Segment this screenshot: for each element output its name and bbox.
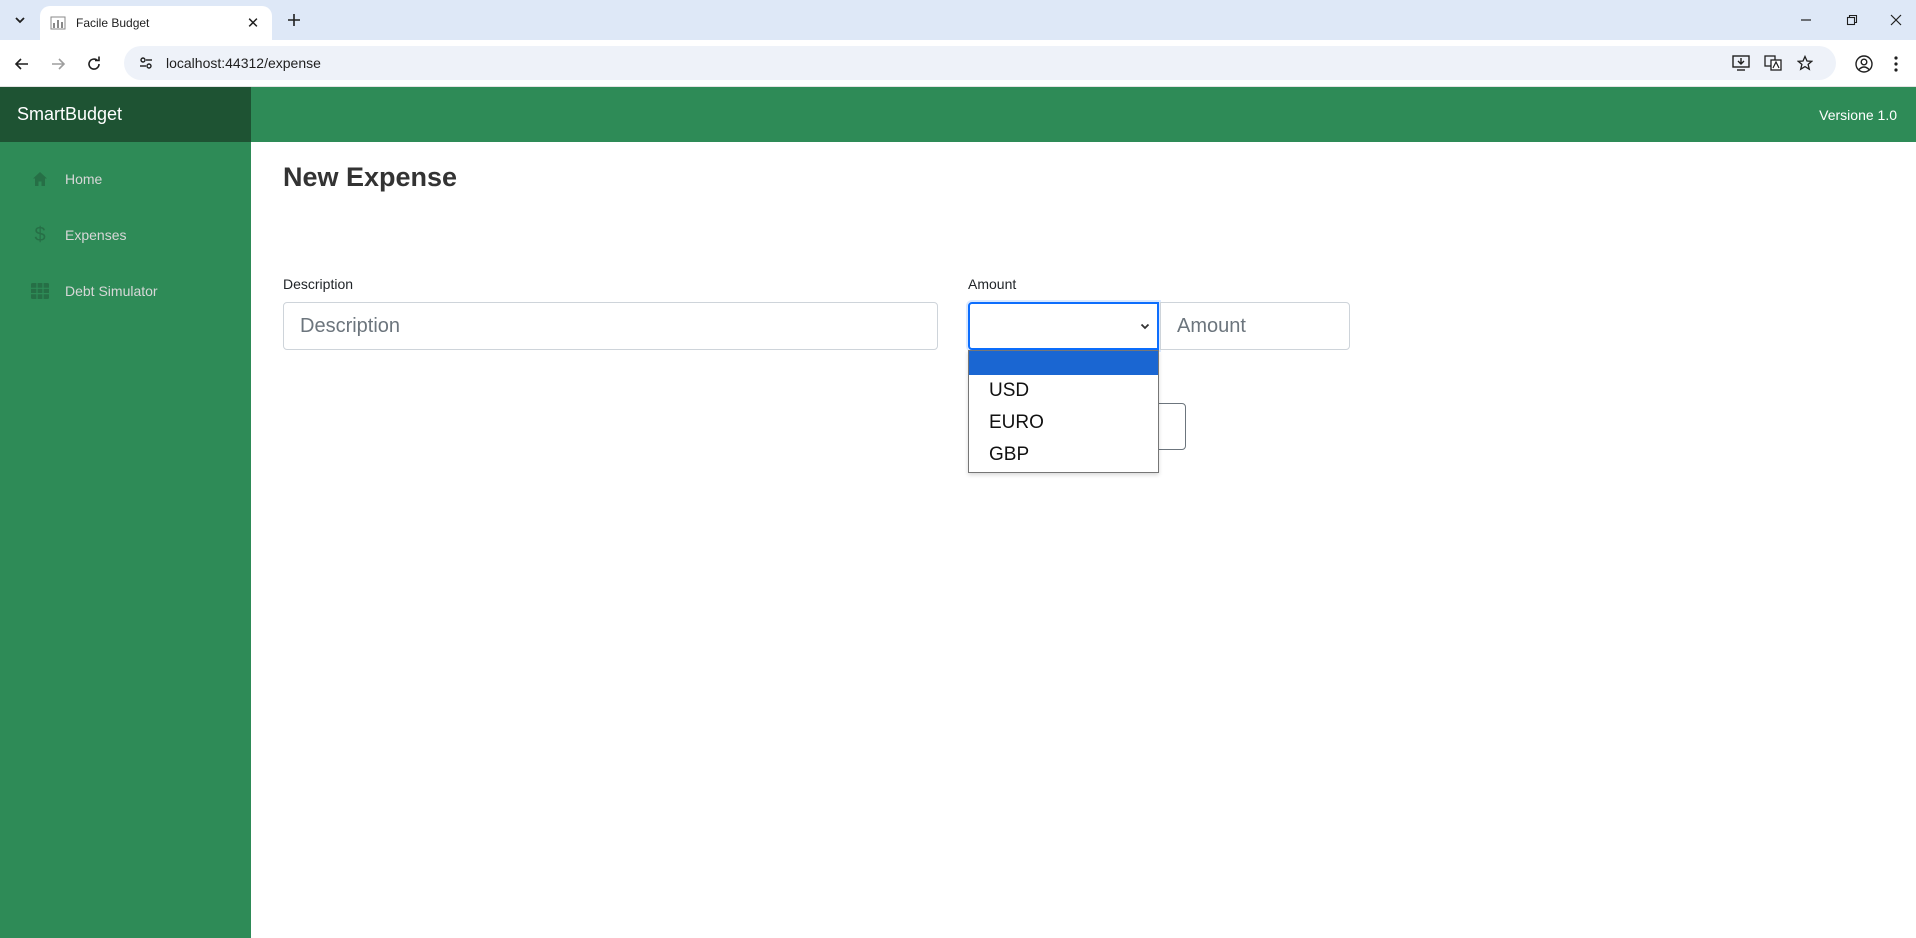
sidebar-nav: Home $ Expenses Debt Simulator	[0, 142, 251, 938]
description-label: Description	[283, 276, 354, 292]
dollar-icon: $	[34, 223, 46, 246]
version-label: Versione 1.0	[1819, 106, 1897, 123]
main-content: New Expense Description Description Amou…	[251, 142, 1916, 938]
brand-logo[interactable]: SmartBudget	[0, 87, 251, 142]
description-input[interactable]: Description	[283, 302, 938, 350]
address-bar-actions	[1730, 54, 1816, 72]
browser-toolbar: localhost:44312/expense	[0, 40, 1916, 87]
currency-option-usd[interactable]: USD	[969, 375, 1158, 407]
arrow-left-icon	[14, 58, 28, 70]
install-icon	[1732, 55, 1750, 71]
account-icon	[1855, 55, 1873, 73]
translate-icon	[1764, 55, 1782, 71]
profile-button[interactable]	[1850, 50, 1878, 78]
amount-input[interactable]: Amount	[1160, 302, 1350, 350]
star-icon	[1797, 55, 1813, 71]
currency-option-gbp[interactable]: GBP	[969, 439, 1158, 471]
browser-menu-button[interactable]	[1886, 50, 1906, 78]
url-text[interactable]: localhost:44312/expense	[166, 55, 321, 71]
browser-tab[interactable]: Facile Budget ✕	[40, 6, 272, 40]
currency-dropdown-list: USD EURO GBP	[968, 350, 1159, 473]
more-vertical-icon	[1894, 56, 1898, 72]
sidebar-item-expenses[interactable]: $ Expenses	[0, 216, 251, 254]
currency-select[interactable]	[968, 302, 1159, 350]
currency-option-empty[interactable]	[969, 351, 1158, 375]
sidebar-item-label: Expenses	[65, 227, 127, 243]
reload-icon	[88, 56, 100, 70]
restore-button[interactable]	[1832, 6, 1872, 34]
close-window-button[interactable]	[1876, 6, 1916, 34]
install-app-button[interactable]	[1730, 54, 1752, 72]
sidebar-item-home[interactable]: Home	[0, 160, 251, 198]
minimize-icon	[1801, 19, 1811, 21]
bookmark-button[interactable]	[1794, 54, 1816, 72]
translate-button[interactable]	[1762, 54, 1784, 72]
minimize-button[interactable]	[1786, 6, 1826, 34]
sidebar-item-label: Debt Simulator	[65, 283, 158, 299]
back-button[interactable]	[8, 50, 36, 78]
tab-title: Facile Budget	[76, 16, 150, 30]
tune-icon	[140, 57, 152, 69]
close-tab-icon[interactable]: ✕	[244, 14, 262, 32]
currency-option-euro[interactable]: EURO	[969, 407, 1158, 439]
reload-button[interactable]	[80, 50, 108, 78]
home-icon	[30, 170, 50, 188]
plus-icon	[288, 14, 300, 26]
address-bar[interactable]: localhost:44312/expense	[124, 46, 1836, 80]
amount-label: Amount	[968, 276, 1017, 292]
chevron-down-icon	[1140, 323, 1150, 330]
chevron-down-icon	[15, 17, 25, 24]
table-icon	[30, 282, 50, 300]
app-header: SmartBudget Versione 1.0	[0, 87, 1916, 142]
sidebar-item-label: Home	[65, 171, 103, 187]
close-icon	[1890, 14, 1902, 26]
site-info-button[interactable]	[132, 49, 160, 77]
tab-search-button[interactable]	[8, 8, 32, 32]
restore-icon	[1846, 14, 1858, 26]
arrow-right-icon	[52, 58, 66, 70]
sidebar-item-debt-simulator[interactable]: Debt Simulator	[0, 272, 251, 310]
page-title: New Expense	[283, 162, 458, 192]
new-tab-button[interactable]	[282, 8, 306, 32]
forward-button[interactable]	[44, 50, 72, 78]
favicon-icon	[50, 16, 66, 30]
browser-tab-bar: Facile Budget ✕	[0, 0, 1916, 40]
